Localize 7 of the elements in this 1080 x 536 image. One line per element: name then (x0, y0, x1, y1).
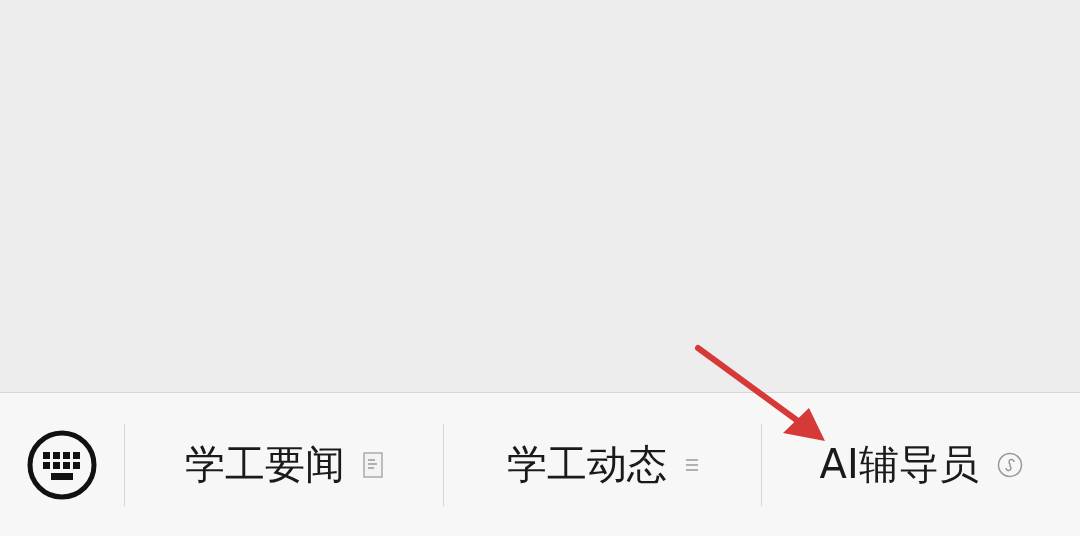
keyboard-icon[interactable] (27, 429, 97, 500)
menu-item[interactable]: 学工动态 (443, 393, 762, 536)
menu-item[interactable]: AI辅导员 (762, 393, 1080, 536)
list-icon (684, 457, 699, 472)
document-icon (362, 451, 383, 478)
link-circle-icon (996, 451, 1023, 478)
menu-item[interactable]: 学工要闻 (125, 393, 443, 536)
